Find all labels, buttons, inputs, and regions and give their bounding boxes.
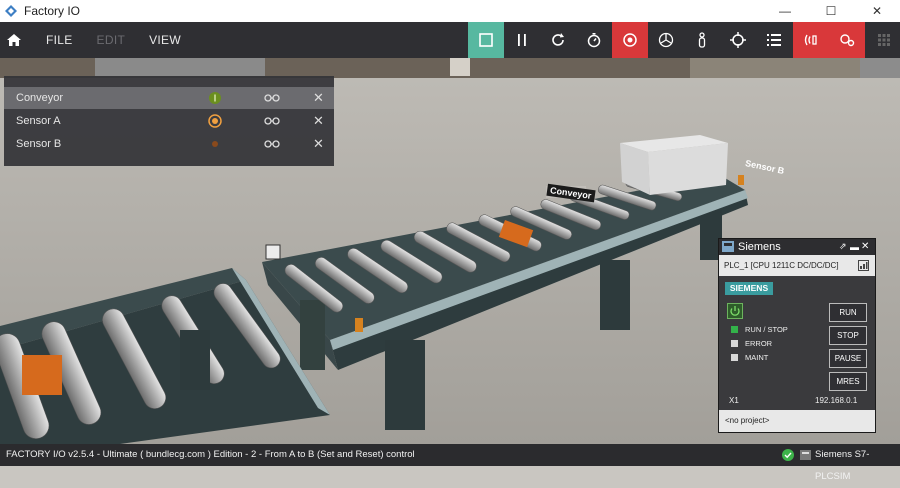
home-icon[interactable]: [6, 32, 22, 48]
force-icon[interactable]: [264, 139, 280, 149]
camera-fly-icon: [623, 33, 637, 47]
fan-icon: [658, 32, 674, 48]
run-mode-button[interactable]: [468, 22, 504, 58]
run-button[interactable]: RUN: [829, 303, 867, 322]
driver-icon[interactable]: [800, 450, 811, 460]
list-icon: [767, 34, 781, 46]
tags-list-button[interactable]: [756, 22, 792, 58]
mres-button[interactable]: MRES: [829, 372, 867, 391]
tags-panel: Conveyor ✕ Sensor A ✕ Sensor B ✕: [4, 76, 334, 166]
pause-plc-button[interactable]: PAUSE: [829, 349, 867, 368]
drivers-icon: [840, 34, 855, 47]
stop-button[interactable]: STOP: [829, 326, 867, 345]
run-stop-label: RUN / STOP: [745, 325, 788, 334]
force-icon[interactable]: [264, 116, 280, 126]
reset-icon: [552, 33, 564, 46]
menu-view[interactable]: VIEW: [149, 33, 181, 47]
plcsim-logo-icon: [722, 241, 734, 252]
maximize-button[interactable]: ☐: [808, 0, 854, 22]
power-icon[interactable]: [727, 303, 743, 319]
minimize-panel-icon[interactable]: ▬: [850, 242, 859, 252]
maint-led: [731, 354, 738, 361]
siemens-brand: SIEMENS: [725, 282, 773, 295]
plc-cpu-label: PLC_1 [CPU 1211C DC/DC/DC]: [719, 255, 875, 276]
grid-button[interactable]: [866, 22, 900, 58]
status-text: FACTORY I/O v2.5.4 - Ultimate ( bundlecg…: [6, 449, 415, 460]
pause-button[interactable]: [504, 22, 540, 58]
status-bar: FACTORY I/O v2.5.4 - Ultimate ( bundlecg…: [0, 444, 900, 482]
plc-panel-body: PLC_1 [CPU 1211C DC/DC/DC] SIEMENS RUN S…: [719, 255, 875, 432]
error-led: [731, 340, 738, 347]
run-stop-led: [731, 326, 738, 333]
stop-square-icon: [479, 33, 493, 47]
plc-simulator-panel: Siemens ⇗ ▬ ✕ PLC_1 [CPU 1211C DC/DC/DC]…: [718, 238, 876, 433]
port-label: X1: [729, 396, 739, 405]
orbit-camera-button[interactable]: [648, 22, 684, 58]
reset-button[interactable]: [540, 22, 576, 58]
tag-state-on-icon[interactable]: [208, 91, 222, 105]
drivers-button[interactable]: [829, 22, 865, 58]
driver-name[interactable]: Siemens S7-PLCSIM: [815, 444, 900, 488]
tag-row-conveyor[interactable]: Conveyor ✕: [4, 87, 334, 109]
tag-state-off-icon[interactable]: [208, 137, 222, 151]
first-person-button[interactable]: [684, 22, 720, 58]
grid-icon: [878, 34, 890, 46]
tag-label: Sensor A: [16, 115, 61, 127]
factory-io-logo-icon: [5, 5, 17, 17]
tag-row-sensor-b[interactable]: Sensor B ✕: [4, 133, 334, 155]
sensor-icon: [804, 34, 817, 46]
remove-tag-icon[interactable]: ✕: [313, 90, 324, 106]
menu-edit: EDIT: [96, 33, 126, 47]
plc-panel-title: Siemens: [738, 240, 781, 253]
tag-state-active-icon[interactable]: [208, 114, 222, 128]
menu-file[interactable]: FILE: [46, 33, 73, 47]
ip-address: 192.168.0.1: [815, 396, 858, 405]
sensor-tags-button[interactable]: [793, 22, 829, 58]
pick-button[interactable]: [720, 22, 756, 58]
maint-label: MAINT: [745, 353, 769, 362]
tag-label: Sensor B: [16, 138, 62, 150]
camera-mode-button[interactable]: [612, 22, 648, 58]
minimize-button[interactable]: —: [762, 0, 808, 22]
remove-tag-icon[interactable]: ✕: [313, 136, 324, 152]
pause-icon: [518, 34, 526, 46]
error-label: ERROR: [745, 339, 773, 348]
timer-button[interactable]: [576, 22, 612, 58]
close-window-button[interactable]: ✕: [854, 0, 900, 22]
window-title: Factory IO: [24, 4, 81, 18]
tag-row-sensor-a[interactable]: Sensor A ✕: [4, 110, 334, 132]
undock-icon[interactable]: ⇗: [839, 241, 847, 252]
project-label: <no project>: [719, 410, 875, 432]
remove-tag-icon[interactable]: ✕: [313, 113, 324, 129]
crosshair-icon: [730, 32, 746, 48]
plc-panel-header[interactable]: Siemens ⇗ ▬ ✕: [719, 239, 875, 254]
first-person-icon: [698, 32, 706, 48]
plc-config-icon[interactable]: [858, 260, 869, 271]
tag-label: Conveyor: [16, 92, 64, 104]
force-icon[interactable]: [264, 93, 280, 103]
close-panel-icon[interactable]: ✕: [861, 241, 869, 252]
connected-check-icon: [782, 449, 794, 461]
timer-icon: [587, 33, 601, 48]
